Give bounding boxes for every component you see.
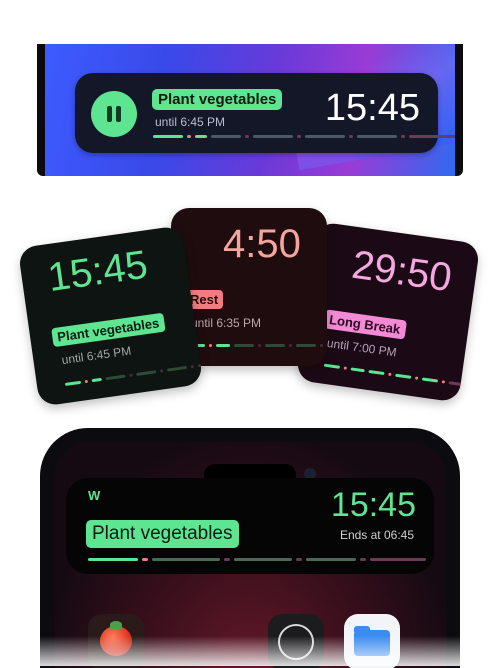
progress-segment [245,135,249,138]
progress-segment [395,373,412,379]
progress-segment [357,135,397,138]
widget-timer: 15:45 [45,242,151,301]
live-activity-banner[interactable]: Plant vegetables until 6:45 PM 15:45 [75,73,455,153]
top-phone-frame: Plant vegetables until 6:45 PM 15:45 [37,44,463,176]
progress-segment [224,558,230,561]
progress-segment [409,135,455,138]
progress-segment [414,376,419,380]
lock-screen: W Plant vegetables 15:45 Ends at 06:45 [54,442,446,668]
progress-segment [153,135,183,138]
widget-timer: 29:50 [349,242,455,301]
progress-segment [421,377,439,383]
widget-label: Plant vegetables [51,312,166,348]
progress-segment [388,372,392,377]
widget-progress [323,363,473,388]
progress-segment [289,344,292,347]
progress-segment [234,344,254,347]
progress-segment [323,363,341,369]
leaf-icon [110,621,122,629]
widget-until: until 6:35 PM [191,316,262,330]
app-logo: W [88,488,101,503]
progress-segment [253,135,293,138]
bottom-fade [0,636,500,666]
progress-segment [296,344,316,347]
progress-segment [166,365,188,372]
progress-segment [343,366,347,370]
progress-segment [84,379,89,384]
progress-segment [190,364,195,369]
widget-until: until 6:45 PM [60,343,133,368]
widget-until: until 7:00 PM [326,335,398,360]
progress-segment [441,380,446,384]
countdown-timer: 15:45 [330,486,416,524]
progress-segment [368,369,385,376]
progress-segment [350,367,365,373]
session-progress [88,558,430,561]
progress-segment [216,344,230,347]
progress-segment [209,344,212,347]
top-phone-screen: Plant vegetables until 6:45 PM 15:45 [45,44,455,176]
task-title: Plant vegetables [86,520,239,548]
progress-segment [401,135,405,138]
widget-label: Long Break [323,309,407,340]
progress-segment [211,135,241,138]
progress-segment [91,377,102,383]
progress-segment [64,380,82,386]
widget-timer: 4:50 [223,222,301,266]
progress-segment [258,344,261,347]
progress-segment [320,344,323,347]
countdown-timer: 15:45 [324,87,420,129]
progress-segment [349,135,353,138]
progress-segment [136,370,157,376]
progress-segment [159,369,164,373]
pause-icon [107,106,112,122]
widget-progress [64,361,204,386]
bottom-phone-frame: W Plant vegetables 15:45 Ends at 06:45 [40,428,460,668]
widget-plant-vegetables[interactable]: 15:45 Plant vegetables until 6:45 PM [17,225,204,407]
progress-segment [152,558,220,561]
progress-segment [265,344,285,347]
widget-progress [191,344,327,347]
progress-segment [296,558,302,561]
progress-segment [360,558,366,561]
until-time: until 6:45 PM [155,115,226,129]
ends-at: Ends at 06:45 [339,528,414,542]
progress-segment [88,558,138,561]
progress-segment [142,558,148,561]
progress-segment [234,558,292,561]
task-title: Plant vegetables [152,89,283,110]
progress-segment [370,558,426,561]
progress-segment [297,135,301,138]
progress-segment [195,135,207,138]
progress-segment [129,373,133,377]
lock-screen-live-activity[interactable]: W Plant vegetables 15:45 Ends at 06:45 [66,478,434,574]
progress-segment [305,135,345,138]
progress-segment [105,374,126,381]
progress-segment [187,135,191,138]
pause-icon-bar [116,106,121,122]
progress-segment [448,381,469,387]
session-progress [153,135,455,138]
progress-segment [306,558,356,561]
pause-button[interactable] [91,91,137,137]
